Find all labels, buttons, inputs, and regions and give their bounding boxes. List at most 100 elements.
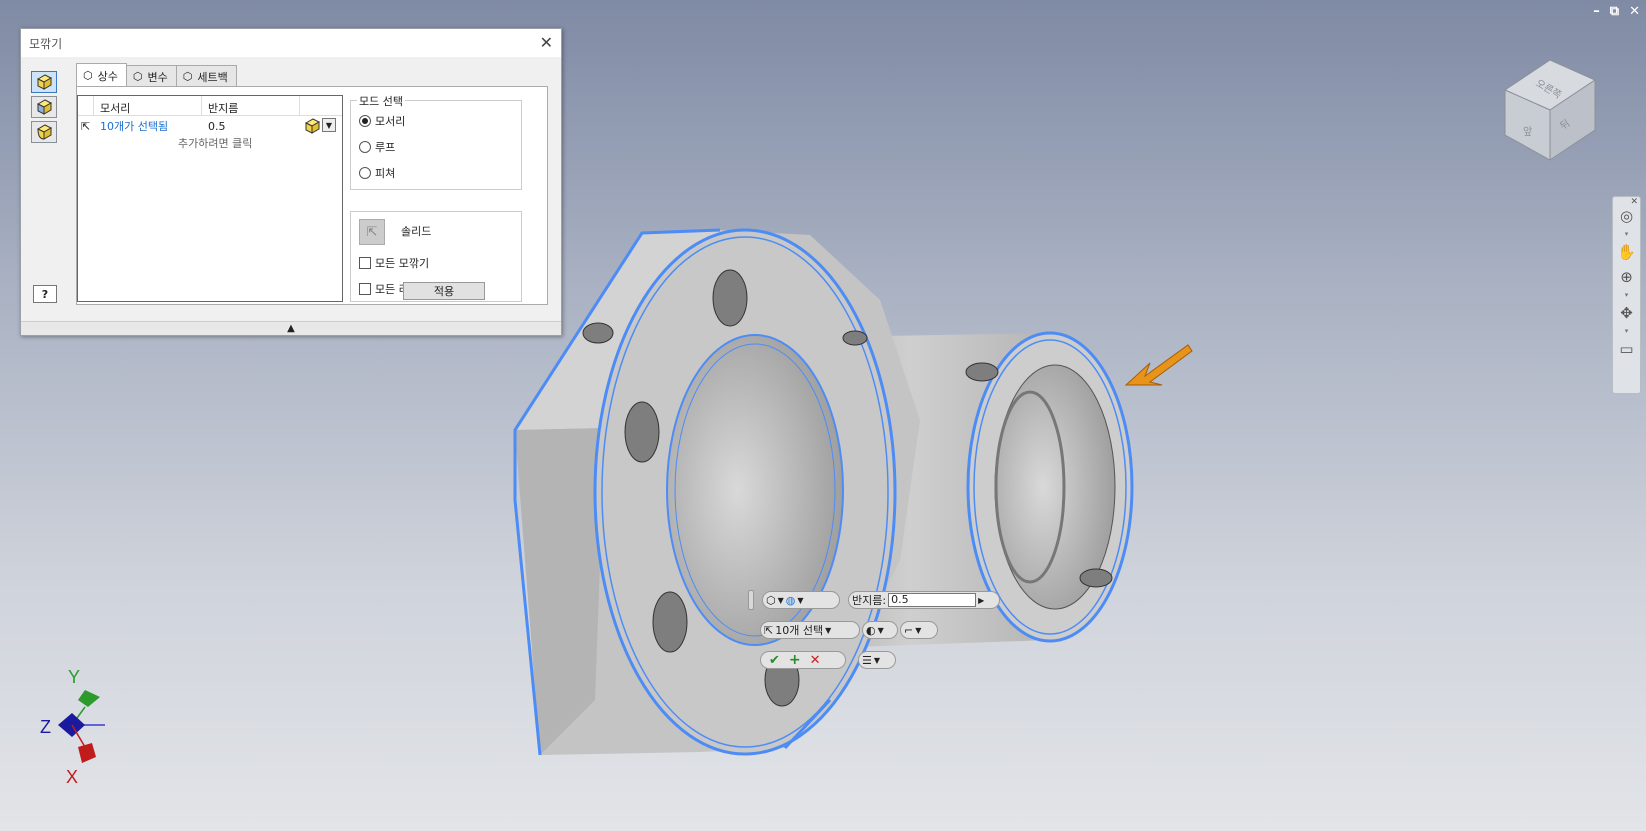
- bolt-hole: [712, 269, 748, 327]
- table-row[interactable]: ⇱ 10개가 선택됨 0.5 ▼: [78, 116, 342, 136]
- chevron-down-icon[interactable]: ▼: [778, 596, 784, 605]
- chevron-down-icon[interactable]: ▾: [1625, 230, 1629, 238]
- radius-input[interactable]: 0.5: [888, 593, 977, 607]
- minitoolbar-grip[interactable]: [748, 590, 754, 610]
- zoom-icon[interactable]: ⊕: [1616, 266, 1638, 288]
- apply-button[interactable]: 적용: [403, 282, 485, 300]
- chevron-down-icon[interactable]: ▼: [874, 656, 880, 665]
- column-header-edges[interactable]: 모서리: [94, 96, 202, 115]
- viewcube-front-label: 앞: [1523, 126, 1532, 138]
- tab-label: 세트백: [197, 70, 228, 84]
- radio-edge[interactable]: 모서리: [359, 113, 405, 129]
- checkbox[interactable]: [359, 283, 371, 295]
- y-axis-cone: [78, 690, 100, 707]
- variable-icon: ⬡: [132, 70, 143, 83]
- fillet-tabs: ⬡ 상수 ⬡ 변수 ⬡ 세트백: [76, 63, 237, 87]
- chevron-down-icon[interactable]: ▼: [322, 118, 336, 132]
- triangle-up-icon: ▲: [287, 323, 295, 334]
- navigation-bar: ✕ ◎ ▾ ✋ ⊕ ▾ ✥ ▾ ▭: [1612, 196, 1641, 394]
- setback-icon: ⬡: [182, 70, 193, 83]
- radio-label: 모서리: [375, 115, 406, 128]
- column-header-radius[interactable]: 반지름: [202, 96, 300, 115]
- edge-set-grid: 모서리 반지름 ⇱ 10개가 선택됨 0.5 ▼ 추가하려면 클릭: [77, 95, 343, 302]
- checkbox-label: 모든 모깎기: [375, 257, 430, 270]
- cursor-icon: ⇱: [81, 119, 91, 133]
- ok-check-icon[interactable]: ✔: [769, 653, 780, 668]
- view-cube[interactable]: 오른쪽 앞 뒤: [1495, 55, 1615, 170]
- x-axis-cone: [78, 743, 96, 763]
- minimize-icon[interactable]: –: [1593, 4, 1600, 19]
- chevron-down-icon[interactable]: ▼: [825, 626, 831, 635]
- all-rounds-checkbox[interactable]: 모든 라: [359, 281, 409, 297]
- chevron-down-icon[interactable]: ▾: [1625, 327, 1629, 335]
- chevron-down-icon[interactable]: ▼: [797, 596, 803, 605]
- look-at-icon[interactable]: ▭: [1616, 338, 1638, 360]
- selection-count: 10개 선택: [775, 624, 824, 637]
- fillet-type-buttons: [31, 71, 59, 146]
- direction-arrow[interactable]: [1124, 344, 1193, 386]
- radius-cell[interactable]: 0.5: [202, 120, 300, 133]
- radio-feature[interactable]: 피쳐: [359, 165, 395, 181]
- radio-button[interactable]: [359, 141, 371, 153]
- bolt-hole: [652, 591, 688, 653]
- radio-button[interactable]: [359, 115, 371, 127]
- radio-loop[interactable]: 루프: [359, 139, 395, 155]
- close-icon[interactable]: ✕: [1629, 4, 1640, 19]
- orbit-icon[interactable]: ✥: [1616, 302, 1638, 324]
- window-controls: – ⧉ ✕: [1593, 4, 1640, 19]
- edge-selection-control[interactable]: ⇱ 10개 선택 ▼: [760, 621, 860, 639]
- options-dropdown[interactable]: ☰ ▼: [858, 651, 896, 669]
- close-icon[interactable]: ✕: [540, 33, 553, 52]
- fillet-type-dropdown[interactable]: ◐ ▼: [862, 621, 898, 639]
- solid-icon[interactable]: ⬡: [766, 594, 776, 607]
- x-axis-label: X: [66, 767, 78, 785]
- cancel-x-icon[interactable]: ✕: [810, 653, 821, 668]
- help-button[interactable]: ?: [33, 285, 57, 303]
- chevron-down-icon[interactable]: ▼: [915, 626, 921, 635]
- solid-label: 솔리드: [401, 225, 432, 238]
- expand-toggle[interactable]: ▲: [21, 321, 561, 335]
- edges-selected-cell[interactable]: 10개가 선택됨: [94, 118, 202, 134]
- play-icon[interactable]: ▶: [978, 596, 984, 605]
- chevron-down-icon[interactable]: ▾: [1625, 291, 1629, 299]
- radio-label: 피쳐: [375, 167, 396, 180]
- select-add-icon[interactable]: ◍: [786, 594, 796, 607]
- radio-button[interactable]: [359, 167, 371, 179]
- tab-setback[interactable]: ⬡ 세트백: [175, 65, 237, 87]
- axis-triad: Y Z X: [30, 655, 120, 787]
- bolt-hole: [624, 401, 660, 463]
- tab-constant[interactable]: ⬡ 상수: [76, 63, 127, 87]
- add-edge-set-hint[interactable]: 추가하려면 클릭: [78, 136, 342, 152]
- radio-label: 루프: [375, 141, 396, 154]
- pan-icon[interactable]: ✋: [1616, 241, 1638, 263]
- edge-option-icon: ⌐: [904, 623, 914, 637]
- restore-icon[interactable]: ⧉: [1610, 4, 1619, 19]
- face-fillet-button[interactable]: [31, 96, 57, 118]
- edge-option-dropdown[interactable]: ⌐ ▼: [900, 621, 938, 639]
- tab-variable[interactable]: ⬡ 변수: [125, 65, 177, 87]
- dialog-titlebar[interactable]: 모깎기 ✕: [21, 29, 561, 57]
- mode-legend: 모드 선택: [357, 93, 405, 109]
- face-fillet-icon: [36, 99, 53, 115]
- fillet-dialog: 모깎기 ✕ ? ⬡ 상수 ⬡ 변수 ⬡ 세트백 모서리 반지름 ⇱ 10개가 선…: [20, 28, 562, 336]
- steering-wheel-icon[interactable]: ◎: [1616, 205, 1638, 227]
- navbar-close-icon[interactable]: ✕: [1630, 197, 1638, 207]
- solid-select-button[interactable]: ⇱: [359, 219, 385, 245]
- edge-fillet-icon: [36, 74, 53, 90]
- list-icon: ☰: [862, 653, 872, 667]
- cursor-icon: ⇱: [366, 224, 378, 240]
- chevron-down-icon[interactable]: ▼: [878, 626, 884, 635]
- z-axis-label: Z: [40, 717, 51, 737]
- minitoolbar-mode[interactable]: ⬡ ▼ ◍ ▼: [762, 591, 840, 609]
- all-fillets-checkbox[interactable]: 모든 모깎기: [359, 255, 429, 271]
- edge-fillet-button[interactable]: [31, 71, 57, 93]
- solid-group: ⇱ 솔리드 모든 모깎기 모든 라 적용: [350, 211, 522, 302]
- checkbox[interactable]: [359, 257, 371, 269]
- edge-fillet-icon[interactable]: [304, 118, 320, 134]
- apply-plus-icon[interactable]: +: [789, 652, 801, 668]
- bolt-hole: [965, 362, 999, 382]
- full-round-fillet-button[interactable]: [31, 121, 57, 143]
- cursor-icon: ⇱: [764, 623, 774, 637]
- fillet-type-icon: ◐: [866, 623, 876, 637]
- dialog-title: 모깎기: [29, 36, 63, 51]
